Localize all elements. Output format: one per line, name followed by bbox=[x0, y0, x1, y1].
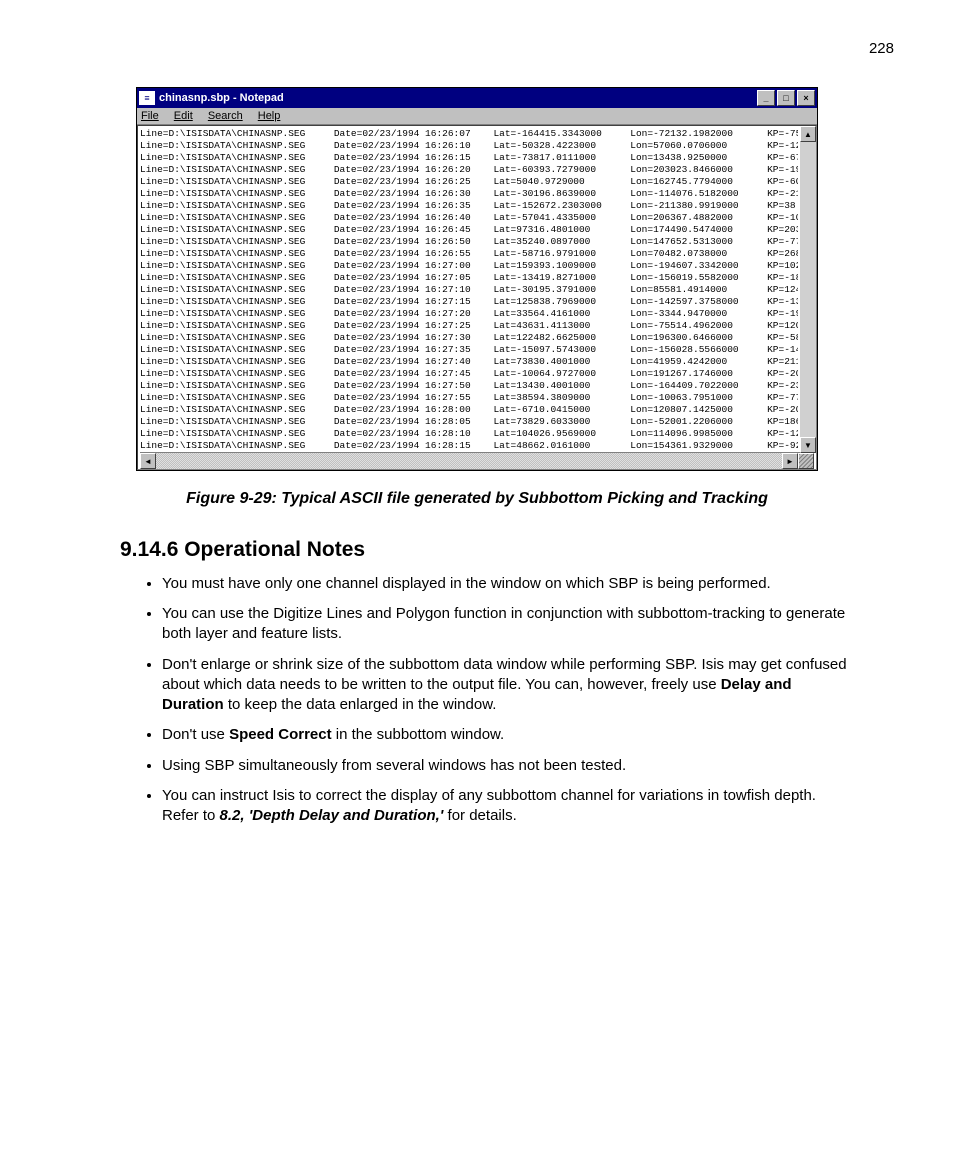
scroll-track[interactable] bbox=[800, 142, 816, 437]
vertical-scrollbar[interactable]: ▲ ▼ bbox=[800, 126, 816, 453]
scroll-up-icon[interactable]: ▲ bbox=[800, 126, 816, 142]
file-line: Line=D:\ISISDATA\CHINASNP.SEG Date=02/23… bbox=[140, 344, 798, 356]
note-item: Don't enlarge or shrink size of the subb… bbox=[162, 655, 854, 716]
menu-edit[interactable]: Edit bbox=[174, 110, 193, 122]
file-line: Line=D:\ISISDATA\CHINASNP.SEG Date=02/23… bbox=[140, 392, 798, 404]
minimize-button[interactable]: _ bbox=[757, 90, 775, 106]
size-grip-icon[interactable] bbox=[798, 453, 814, 469]
file-line: Line=D:\ISISDATA\CHINASNP.SEG Date=02/23… bbox=[140, 428, 798, 440]
file-line: Line=D:\ISISDATA\CHINASNP.SEG Date=02/23… bbox=[140, 128, 798, 140]
file-line: Line=D:\ISISDATA\CHINASNP.SEG Date=02/23… bbox=[140, 320, 798, 332]
figure-caption: Figure 9-29: Typical ASCII file generate… bbox=[100, 489, 854, 510]
window-title: chinasnp.sbp - Notepad bbox=[159, 92, 755, 104]
notes-list: You must have only one channel displayed… bbox=[140, 574, 854, 827]
file-line: Line=D:\ISISDATA\CHINASNP.SEG Date=02/23… bbox=[140, 164, 798, 176]
file-line: Line=D:\ISISDATA\CHINASNP.SEG Date=02/23… bbox=[140, 212, 798, 224]
scroll-down-icon[interactable]: ▼ bbox=[800, 437, 816, 453]
file-line: Line=D:\ISISDATA\CHINASNP.SEG Date=02/23… bbox=[140, 272, 798, 284]
file-line: Line=D:\ISISDATA\CHINASNP.SEG Date=02/23… bbox=[140, 188, 798, 200]
maximize-button[interactable]: □ bbox=[777, 90, 795, 106]
text-area[interactable]: Line=D:\ISISDATA\CHINASNP.SEG Date=02/23… bbox=[137, 125, 817, 470]
notepad-window: ≡ chinasnp.sbp - Notepad _ □ × File Edit… bbox=[136, 87, 818, 471]
menubar: File Edit Search Help bbox=[137, 108, 817, 125]
scroll-track[interactable] bbox=[156, 453, 782, 469]
note-item: You must have only one channel displayed… bbox=[162, 574, 854, 594]
section-heading: 9.14.6 Operational Notes bbox=[120, 538, 894, 562]
menu-help[interactable]: Help bbox=[258, 110, 281, 122]
file-line: Line=D:\ISISDATA\CHINASNP.SEG Date=02/23… bbox=[140, 140, 798, 152]
scroll-left-icon[interactable]: ◄ bbox=[140, 453, 156, 469]
file-line: Line=D:\ISISDATA\CHINASNP.SEG Date=02/23… bbox=[140, 404, 798, 416]
file-line: Line=D:\ISISDATA\CHINASNP.SEG Date=02/23… bbox=[140, 236, 798, 248]
scroll-right-icon[interactable]: ► bbox=[782, 453, 798, 469]
close-button[interactable]: × bbox=[797, 90, 815, 106]
file-line: Line=D:\ISISDATA\CHINASNP.SEG Date=02/23… bbox=[140, 200, 798, 212]
horizontal-scrollbar[interactable]: ◄ ► bbox=[140, 452, 814, 469]
file-line: Line=D:\ISISDATA\CHINASNP.SEG Date=02/23… bbox=[140, 152, 798, 164]
file-line: Line=D:\ISISDATA\CHINASNP.SEG Date=02/23… bbox=[140, 332, 798, 344]
file-line: Line=D:\ISISDATA\CHINASNP.SEG Date=02/23… bbox=[140, 284, 798, 296]
note-item: You can use the Digitize Lines and Polyg… bbox=[162, 604, 854, 645]
file-line: Line=D:\ISISDATA\CHINASNP.SEG Date=02/23… bbox=[140, 368, 798, 380]
menu-file[interactable]: File bbox=[141, 110, 159, 122]
file-line: Line=D:\ISISDATA\CHINASNP.SEG Date=02/23… bbox=[140, 296, 798, 308]
file-line: Line=D:\ISISDATA\CHINASNP.SEG Date=02/23… bbox=[140, 380, 798, 392]
file-line: Line=D:\ISISDATA\CHINASNP.SEG Date=02/23… bbox=[140, 248, 798, 260]
file-line: Line=D:\ISISDATA\CHINASNP.SEG Date=02/23… bbox=[140, 356, 798, 368]
titlebar[interactable]: ≡ chinasnp.sbp - Notepad _ □ × bbox=[137, 88, 817, 108]
note-item: Using SBP simultaneously from several wi… bbox=[162, 756, 854, 776]
file-line: Line=D:\ISISDATA\CHINASNP.SEG Date=02/23… bbox=[140, 416, 798, 428]
note-item: You can instruct Isis to correct the dis… bbox=[162, 786, 854, 827]
page-number: 228 bbox=[60, 40, 894, 57]
file-line: Line=D:\ISISDATA\CHINASNP.SEG Date=02/23… bbox=[140, 308, 798, 320]
file-line: Line=D:\ISISDATA\CHINASNP.SEG Date=02/23… bbox=[140, 224, 798, 236]
notepad-icon: ≡ bbox=[139, 91, 155, 105]
file-line: Line=D:\ISISDATA\CHINASNP.SEG Date=02/23… bbox=[140, 260, 798, 272]
file-line: Line=D:\ISISDATA\CHINASNP.SEG Date=02/23… bbox=[140, 176, 798, 188]
file-line: Line=D:\ISISDATA\CHINASNP.SEG Date=02/23… bbox=[140, 440, 798, 452]
file-content: Line=D:\ISISDATA\CHINASNP.SEG Date=02/23… bbox=[140, 128, 798, 452]
note-item: Don't use Speed Correct in the subbottom… bbox=[162, 725, 854, 745]
menu-search[interactable]: Search bbox=[208, 110, 243, 122]
